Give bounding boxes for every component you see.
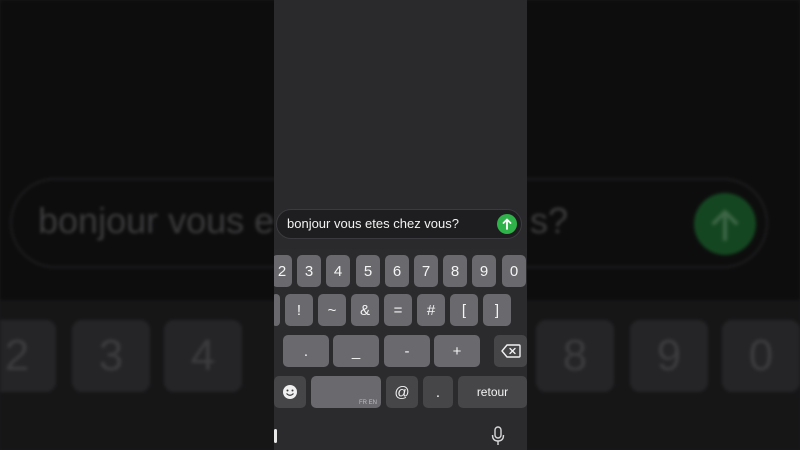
key-9[interactable]: 9 (472, 255, 496, 287)
emoji-icon (283, 385, 297, 399)
key-3[interactable]: 3 (297, 255, 321, 287)
key-5[interactable]: 5 (356, 255, 380, 287)
dictation-button[interactable] (490, 425, 506, 447)
space-key[interactable]: FR EN (311, 376, 381, 408)
key-6[interactable]: 6 (385, 255, 409, 287)
key-right-bracket[interactable]: ] (483, 294, 511, 326)
key-plus[interactable]: + (434, 335, 480, 367)
key-8[interactable]: 8 (443, 255, 467, 287)
at-key[interactable]: @ (386, 376, 418, 408)
microphone-icon (491, 426, 505, 445)
message-text: bonjour vous etes chez vous? (287, 216, 459, 231)
keyboard: 2 3 4 5 6 7 8 9 0 ! ~ & = # [ ] . _ - + (274, 249, 527, 450)
delete-key[interactable] (494, 335, 527, 367)
message-input[interactable]: bonjour vous etes chez vous? (276, 209, 522, 239)
key-exclamation[interactable]: ! (285, 294, 313, 326)
key-equals[interactable]: = (384, 294, 412, 326)
dot-key[interactable]: . (423, 376, 453, 408)
arrow-up-icon (502, 218, 512, 230)
return-key[interactable]: retour (458, 376, 527, 408)
phone-screen: bonjour vous etes chez vous? 2 3 4 5 6 7… (274, 0, 527, 450)
key-ampersand[interactable]: & (351, 294, 379, 326)
globe-icon[interactable] (274, 429, 277, 443)
key-underscore[interactable]: _ (333, 335, 379, 367)
key-7[interactable]: 7 (414, 255, 438, 287)
key-0[interactable]: 0 (502, 255, 526, 287)
key-symbol-partial[interactable] (274, 294, 280, 326)
key-hash[interactable]: # (417, 294, 445, 326)
emoji-key[interactable] (274, 376, 306, 408)
key-tilde[interactable]: ~ (318, 294, 346, 326)
key-4[interactable]: 4 (326, 255, 350, 287)
key-period[interactable]: . (283, 335, 329, 367)
send-button[interactable] (497, 214, 517, 234)
key-2[interactable]: 2 (274, 255, 292, 287)
key-left-bracket[interactable]: [ (450, 294, 478, 326)
backspace-icon (500, 344, 521, 358)
space-language-label: FR EN (359, 400, 377, 406)
key-dash[interactable]: - (384, 335, 430, 367)
